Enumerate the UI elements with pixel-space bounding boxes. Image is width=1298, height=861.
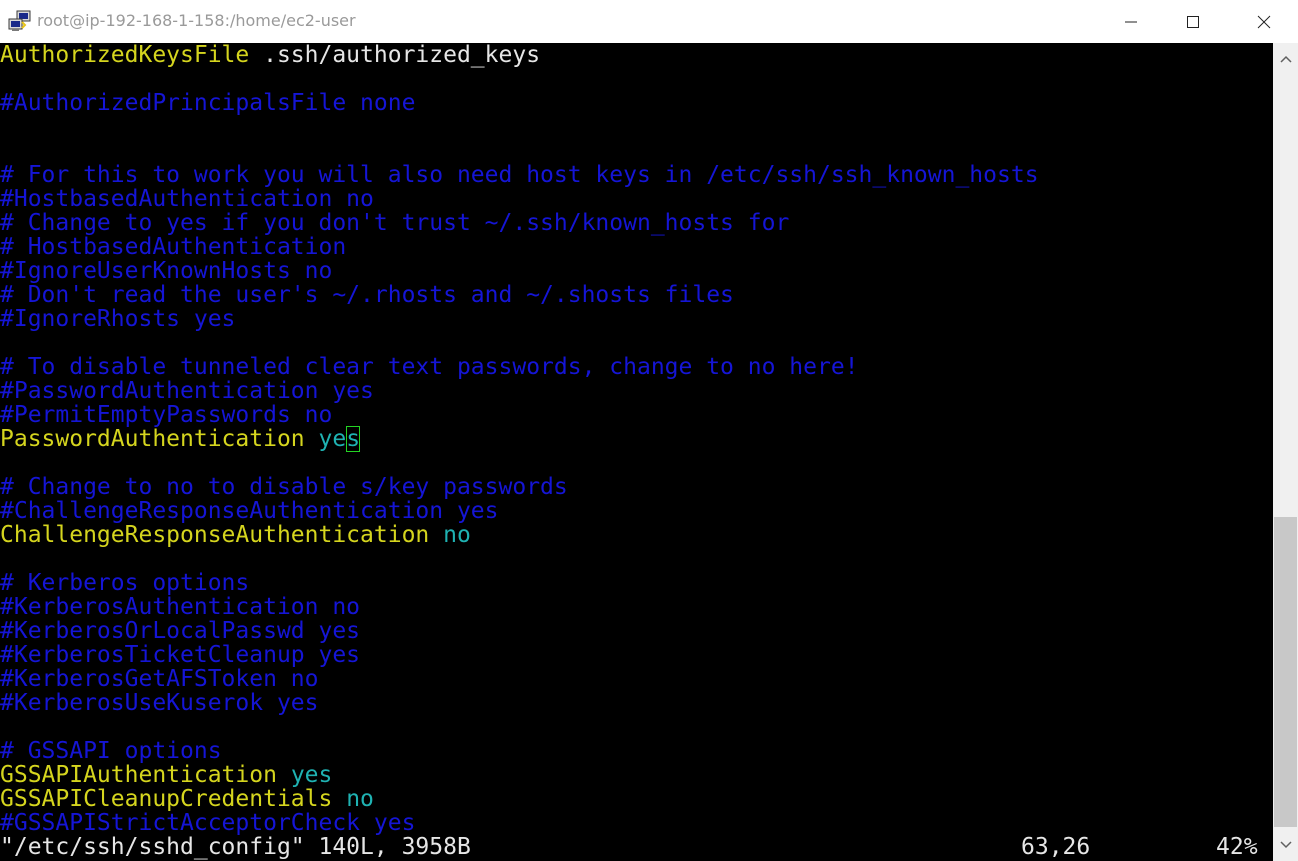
directive-value: yes [290,762,333,788]
editor-line-29: GSSAPIAuthentication yes [0,763,332,787]
editor-line-22: #KerberosAuthentication no [0,594,361,620]
directive-key: PasswordAuthentication [0,426,305,452]
scrollbar-thumb[interactable] [1274,517,1297,827]
scroll-down-button[interactable] [1273,829,1298,861]
editor-line-12: # To disable tunneled clear text passwor… [0,354,859,380]
editor-line-6: # Change to yes if you don't trust ~/.ss… [0,210,790,236]
directive-key: AuthorizedKeysFile [0,43,250,68]
editor-line-4: # For this to work you will also need ho… [0,162,1039,188]
editor-line-25: #KerberosGetAFSToken no [0,666,319,692]
window-title: root@ip-192-168-1-158:/home/ec2-user [37,11,356,30]
directive-value: ye [318,426,347,452]
directive-value: no [346,786,374,812]
maximize-icon [1187,15,1199,28]
close-button[interactable] [1241,0,1287,43]
directive-key: ChallengeResponseAuthentication [0,522,430,548]
terminal-screen[interactable]: AuthorizedKeysFile .ssh/authorized_keys … [0,43,1273,861]
editor-line-7: # HostbasedAuthentication [0,234,347,260]
terminal-window: root@ip-192-168-1-158:/home/ec2-user Aut… [0,0,1298,861]
editor-line-21: # Kerberos options [0,570,250,596]
editor-line-1: AuthorizedKeysFile .ssh/authorized_keys [0,43,540,67]
editor-line-2: #AuthorizedPrincipalsFile none [0,90,416,116]
editor-line-5: #HostbasedAuthentication no [0,186,374,212]
status-scroll-percent: 42% [1216,834,1258,860]
status-cursor-position: 63,26 [1021,834,1091,860]
title-bar[interactable]: root@ip-192-168-1-158:/home/ec2-user [0,0,1298,43]
scroll-up-button[interactable] [1273,43,1298,75]
editor-line-15: PasswordAuthentication yes [0,426,361,452]
editor-line-28: # GSSAPI options [0,738,222,764]
editor-line-23: #KerberosOrLocalPasswd yes [0,618,361,644]
editor-line-26: #KerberosUseKuserok yes [0,690,319,716]
editor-line-24: #KerberosTicketCleanup yes [0,642,361,668]
editor-line-30: GSSAPICleanupCredentials no [0,787,374,811]
minimize-button[interactable] [1108,0,1154,43]
text-cursor[interactable]: s [346,426,361,452]
directive-value: .ssh/authorized_keys [249,43,541,68]
editor-line-31: #GSSAPIStrictAcceptorCheck yes [0,810,416,836]
editor-line-14: #PermitEmptyPasswords no [0,402,333,428]
vertical-scrollbar[interactable] [1273,43,1298,861]
maximize-button[interactable] [1170,0,1216,43]
putty-icon[interactable] [8,10,32,32]
chevron-up-icon [1279,55,1292,63]
chevron-down-icon [1279,841,1292,849]
directive-key: GSSAPIAuthentication [0,762,277,788]
editor-line-18: #ChallengeResponseAuthentication yes [0,498,499,524]
editor-line-19: ChallengeResponseAuthentication no [0,523,471,547]
directive-key: GSSAPICleanupCredentials [0,786,333,812]
status-file-info: "/etc/ssh/sshd_config" 140L, 3958B [0,834,471,860]
editor-line-10: #IgnoreRhosts yes [0,306,236,332]
editor-line-8: #IgnoreUserKnownHosts no [0,258,333,284]
directive-value: no [443,522,471,548]
editor-line-13: #PasswordAuthentication yes [0,378,374,404]
close-icon [1257,15,1271,28]
minimize-icon [1125,21,1137,22]
editor-line-17: # Change to no to disable s/key password… [0,474,568,500]
editor-line-9: # Don't read the user's ~/.rhosts and ~/… [0,282,734,308]
